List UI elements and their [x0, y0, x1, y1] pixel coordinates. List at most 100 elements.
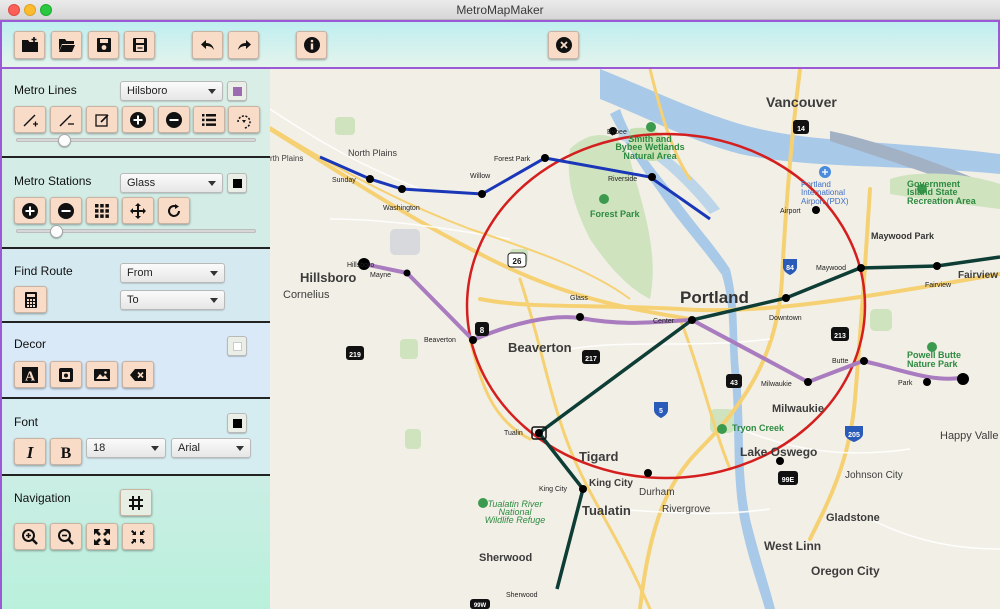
list-stations-button[interactable]: [193, 106, 225, 133]
station-sunday[interactable]: [366, 175, 374, 183]
add-line-button[interactable]: [14, 106, 46, 133]
font-size-select[interactable]: 18: [86, 438, 166, 458]
show-grid-toggle[interactable]: [120, 489, 152, 516]
new-folder-icon: [21, 37, 38, 52]
about-button[interactable]: [296, 31, 327, 59]
move-label-button[interactable]: [122, 197, 154, 224]
decrease-map-size-button[interactable]: [122, 523, 154, 550]
snap-to-grid-button[interactable]: [86, 197, 118, 224]
plus-circle-icon: [22, 202, 38, 219]
metro-stations-section: Metro Stations Glass: [2, 158, 270, 249]
background-color-chip: [232, 341, 242, 351]
open-folder-icon: [58, 39, 75, 52]
remove-station-from-line-button[interactable]: [158, 106, 190, 133]
station-radius-slider-knob[interactable]: [50, 225, 63, 238]
station-butte[interactable]: [860, 357, 868, 365]
airport-labels: Portland International Airport (PDX): [801, 180, 849, 206]
city-milwaukie: Milwaukie: [772, 403, 824, 415]
line-thickness-slider-knob[interactable]: [58, 134, 71, 147]
city-north-plains: North Plains: [348, 148, 398, 158]
station-color-picker[interactable]: [227, 173, 247, 193]
info-icon: [303, 37, 320, 53]
shield-r14: 14: [793, 120, 809, 134]
title-bar: MetroMapMaker: [0, 0, 1000, 20]
station-maywood[interactable]: [857, 264, 865, 272]
exit-button[interactable]: [548, 31, 579, 59]
station-tualin[interactable]: [535, 429, 543, 437]
bold-button[interactable]: B: [50, 438, 82, 465]
add-station-button[interactable]: [14, 197, 46, 224]
city-fairview: Fairview: [958, 270, 998, 281]
new-map-button[interactable]: [14, 31, 45, 59]
line-color-picker[interactable]: [227, 81, 247, 101]
redo-button[interactable]: [228, 31, 259, 59]
station-park-end[interactable]: [957, 373, 969, 385]
station-downtown[interactable]: [782, 294, 790, 302]
remove-line-button[interactable]: [50, 106, 82, 133]
city-lake-oswego: Lake Oswego: [740, 445, 817, 459]
remove-element-button[interactable]: [122, 361, 154, 388]
shield-r99e-label: 99E: [782, 477, 795, 484]
station-washington[interactable]: [398, 185, 406, 193]
save-as-button[interactable]: [124, 31, 155, 59]
label-mayne: Mayne: [370, 272, 391, 279]
save-as-icon: [132, 38, 147, 52]
place-tryon-creek: Tryon Creek: [732, 423, 785, 433]
background-color-picker[interactable]: [227, 336, 247, 356]
navigation-label: Navigation: [14, 491, 71, 505]
route-from-select[interactable]: From: [120, 263, 225, 283]
station-milwaukie[interactable]: [804, 378, 812, 386]
italic-button[interactable]: I: [14, 438, 46, 465]
add-station-to-line-button[interactable]: [122, 106, 154, 133]
station-durham-junction[interactable]: [644, 469, 652, 477]
increase-map-size-button[interactable]: [86, 523, 118, 550]
station-beaverton[interactable]: [469, 336, 477, 344]
green-metro-line-south[interactable]: [537, 431, 585, 590]
edit-line-button[interactable]: [86, 106, 118, 133]
load-map-button[interactable]: [51, 31, 82, 59]
add-label-button[interactable]: A: [14, 361, 46, 388]
undo-button[interactable]: [192, 31, 223, 59]
shield-i205-label: 205: [848, 432, 860, 439]
rotate-label-button[interactable]: [158, 197, 190, 224]
add-image-button[interactable]: [86, 361, 118, 388]
station-riverside[interactable]: [648, 173, 656, 181]
shield-r8-label: 8: [480, 326, 485, 335]
label-maywood-park: Maywood Park: [871, 231, 935, 241]
station-glass[interactable]: [576, 313, 584, 321]
decor-section: Decor A: [2, 323, 270, 399]
metro-station-select[interactable]: Glass: [120, 173, 223, 193]
save-map-button[interactable]: [88, 31, 119, 59]
metro-map[interactable]: 84 5 205 26 8 217 219 213 43 14 99E 99W: [270, 69, 1000, 609]
set-image-background-button[interactable]: [50, 361, 82, 388]
label-milwaukie: Milwaukie: [761, 381, 792, 388]
station-airport[interactable]: [812, 206, 820, 214]
map-canvas[interactable]: 84 5 205 26 8 217 219 213 43 14 99E 99W: [270, 69, 1000, 609]
station-forest-park[interactable]: [541, 154, 549, 162]
station-mayne[interactable]: [403, 269, 411, 277]
line-thickness-slider[interactable]: [16, 138, 256, 142]
station-willow[interactable]: [478, 190, 486, 198]
station-center[interactable]: [688, 316, 696, 324]
zoom-out-icon: [58, 528, 74, 545]
list-icon: [202, 113, 216, 126]
label-bybee: Bybee: [607, 129, 627, 136]
place-pdx-2: International: [801, 188, 845, 197]
shrink-icon: [131, 529, 145, 544]
move-arrows-icon: [130, 202, 146, 219]
metro-stations-label: Metro Stations: [14, 174, 92, 188]
route-to-select[interactable]: To: [120, 290, 225, 310]
station-park[interactable]: [923, 378, 931, 386]
font-color-picker[interactable]: [227, 413, 247, 433]
station-king-city[interactable]: [579, 485, 587, 493]
zoom-in-button[interactable]: [14, 523, 46, 550]
station-fairview[interactable]: [933, 262, 941, 270]
font-family-select[interactable]: Arial: [171, 438, 251, 458]
find-route-button[interactable]: [14, 286, 47, 313]
remove-station-button[interactable]: [50, 197, 82, 224]
line-thickness-button[interactable]: [228, 106, 260, 133]
zoom-out-button[interactable]: [50, 523, 82, 550]
metro-line-select[interactable]: Hilsboro: [120, 81, 223, 101]
label-tualin: Tualin: [504, 430, 523, 437]
shield-r219: 219: [346, 346, 364, 360]
